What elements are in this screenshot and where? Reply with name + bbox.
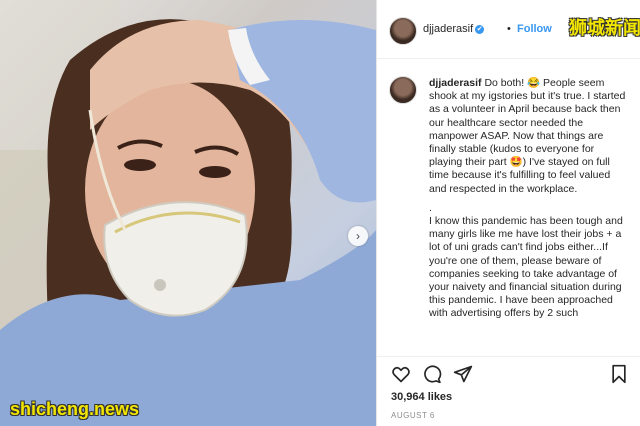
paper-plane-icon[interactable]	[453, 364, 473, 384]
caption-text: djjaderasif Do both! 😂 People seem shook…	[429, 77, 629, 321]
watermark-shicheng-news: shicheng.news	[10, 399, 140, 419]
header-username[interactable]: djjaderasif ✔	[423, 23, 485, 35]
comment-icon[interactable]	[422, 364, 442, 384]
likes-count[interactable]: 30,964 likes	[391, 391, 452, 403]
username-text[interactable]: djjaderasif	[423, 23, 473, 35]
caption-comment: djjaderasif Do both! 😂 People seem shook…	[377, 68, 640, 350]
watermark-chinese: 狮城新闻	[569, 18, 640, 38]
separator-dot: •	[507, 23, 511, 35]
follow-button[interactable]: Follow	[517, 23, 552, 35]
chevron-right-icon: ›	[356, 229, 360, 243]
bookmark-icon[interactable]	[609, 364, 629, 384]
post-panel: djjaderasif ✔ • Follow 狮城新闻 djjaderasif D…	[376, 0, 640, 426]
caption-username[interactable]: djjaderasif	[429, 77, 482, 89]
selfie-illustration	[0, 0, 376, 426]
caption-paragraph-2: I know this pandemic has been tough and …	[429, 215, 623, 320]
carousel-next-button[interactable]: ›	[348, 226, 368, 246]
caption-paragraph-1: Do both! 😂 People seem shook at my igsto…	[429, 77, 626, 195]
verified-badge-icon: ✔	[475, 24, 485, 34]
caption-avatar[interactable]	[389, 76, 417, 104]
avatar[interactable]	[389, 17, 417, 45]
heart-icon[interactable]	[391, 364, 411, 384]
post-date[interactable]: AUGUST 6	[391, 411, 435, 420]
instagram-post-screenshot: › shicheng.news djjaderasif ✔ • Follow 狮城…	[0, 0, 640, 426]
action-bar	[377, 362, 640, 386]
post-photo[interactable]: › shicheng.news	[0, 0, 376, 426]
divider	[377, 356, 640, 357]
caption-separator: .	[429, 201, 432, 214]
post-header: djjaderasif ✔ • Follow 狮城新闻	[377, 0, 640, 59]
